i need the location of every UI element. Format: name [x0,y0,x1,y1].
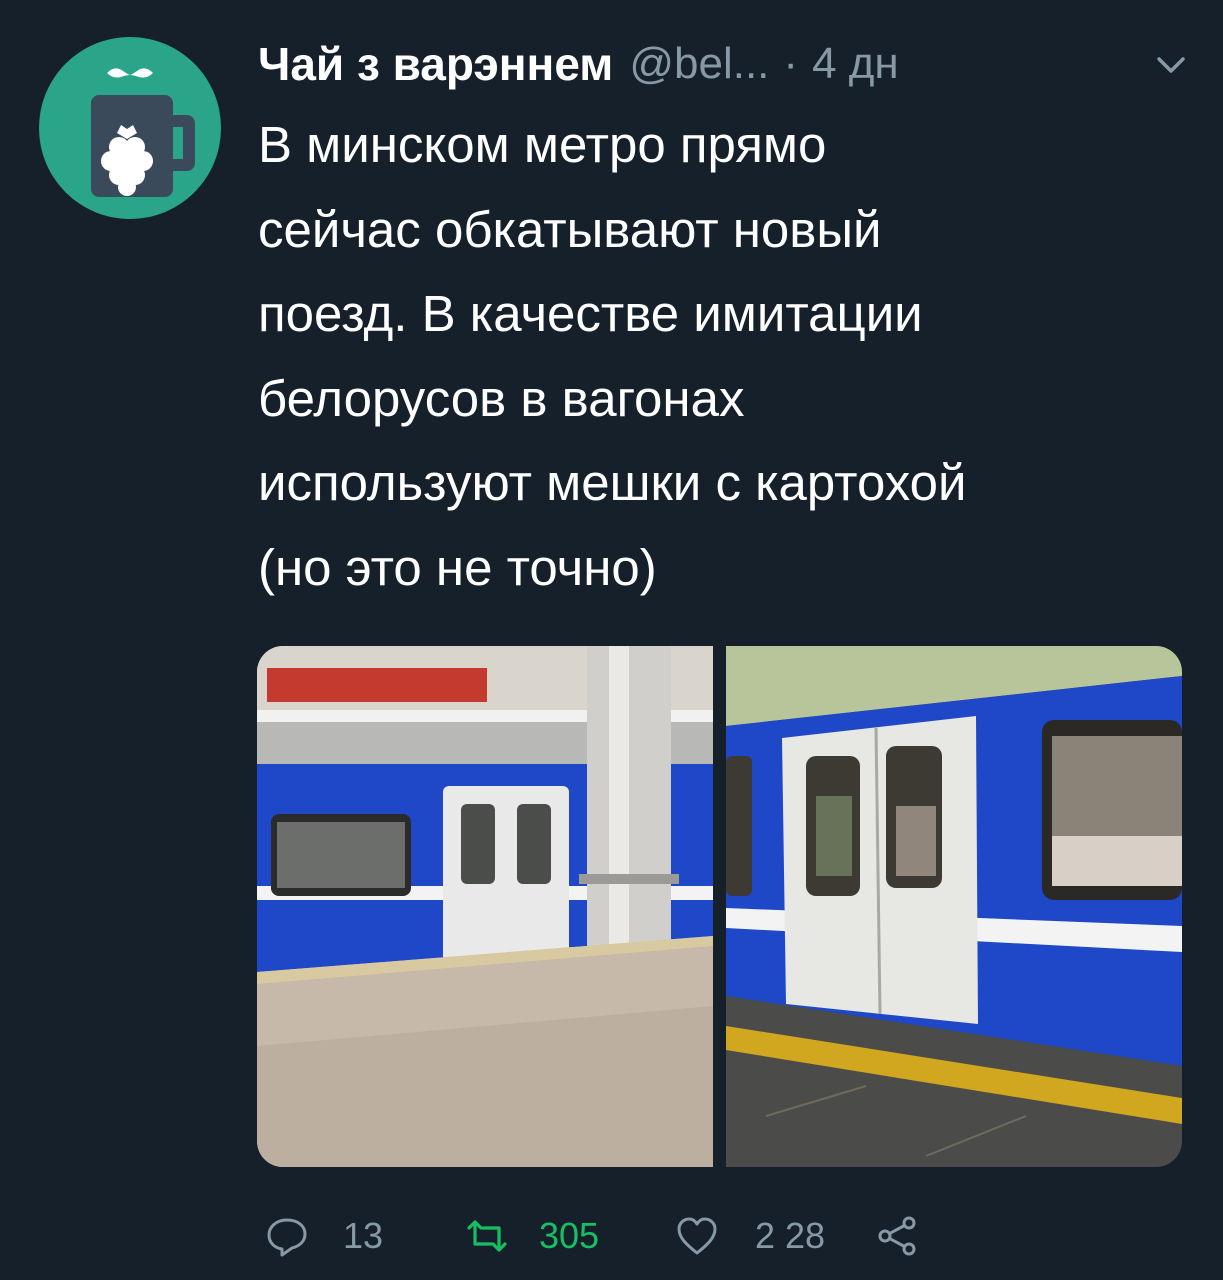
separator-dot: · [783,39,799,88]
tea-mug-raspberry-icon [91,68,195,197]
train-platform-image [257,646,713,1167]
metro-photo-right[interactable] [726,646,1182,1167]
reply-icon [267,1218,307,1257]
reply-count: 13 [343,1215,384,1256]
chevron-down-icon[interactable] [1154,48,1188,82]
retweet-button[interactable]: 305 [465,1214,675,1258]
account-name[interactable]: Чай з варэннем [258,37,613,91]
metro-photo-left[interactable] [257,646,713,1167]
reply-button[interactable]: 13 [265,1214,465,1258]
share-icon [878,1216,916,1256]
tweet-text: В минском метро прямо сейчас обкатывают … [258,116,967,596]
tweet-header: Чай з варэннем @bel... · 4 дн [258,34,1188,94]
retweet-icon [467,1220,507,1252]
retweet-count: 305 [539,1215,600,1256]
tweet-media[interactable] [257,646,1182,1167]
like-count: 2 28 [755,1215,826,1256]
share-button[interactable] [875,1214,935,1258]
tweet-timestamp[interactable]: 4 дн [812,39,899,89]
train-doors-image [726,646,1182,1167]
heart-icon [677,1217,717,1255]
tweet-actions: 13 305 2 28 [265,1206,965,1266]
account-handle[interactable]: @bel... [629,39,769,89]
avatar[interactable] [39,37,221,219]
like-button[interactable]: 2 28 [675,1214,875,1258]
